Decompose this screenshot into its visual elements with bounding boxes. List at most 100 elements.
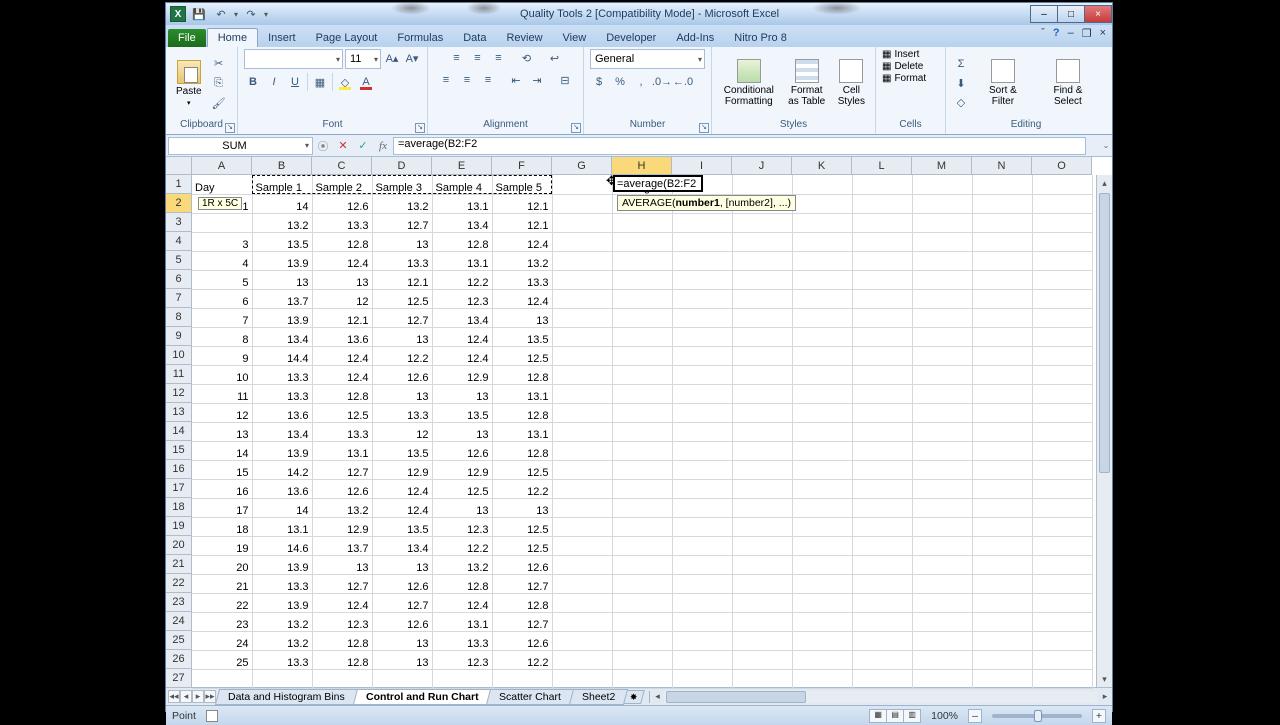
cell[interactable] — [912, 555, 972, 574]
scroll-down-icon[interactable]: ▾ — [1097, 671, 1112, 687]
cell[interactable] — [552, 327, 612, 346]
cell[interactable] — [1032, 460, 1092, 479]
cell[interactable]: 12.1 — [492, 213, 552, 232]
cell[interactable] — [1032, 213, 1092, 232]
cell[interactable]: 12.6 — [432, 441, 492, 460]
cell[interactable] — [912, 289, 972, 308]
shrink-font-icon[interactable]: A▾ — [403, 49, 421, 67]
cell[interactable] — [732, 517, 792, 536]
row-header[interactable]: 17 — [166, 479, 192, 498]
font-name-dropdown[interactable] — [244, 49, 343, 69]
sheet-tab[interactable]: Data and Histogram Bins — [215, 689, 358, 705]
cell[interactable] — [912, 270, 972, 289]
col-header[interactable]: F — [492, 157, 552, 175]
cell[interactable]: 12 — [372, 422, 432, 441]
cell[interactable] — [852, 612, 912, 631]
row-header[interactable]: 20 — [166, 536, 192, 555]
cell[interactable] — [852, 327, 912, 346]
cell[interactable]: 18 — [192, 517, 252, 536]
cell[interactable] — [672, 631, 732, 650]
cell-styles-button[interactable]: Cell Styles — [834, 57, 869, 109]
row-header[interactable]: 8 — [166, 308, 192, 327]
cell[interactable]: 13 — [432, 422, 492, 441]
cell[interactable]: 12.2 — [492, 479, 552, 498]
cell[interactable]: 12.4 — [312, 593, 372, 612]
cell[interactable] — [852, 498, 912, 517]
minimize-ribbon-icon[interactable]: ˇ — [1041, 27, 1045, 40]
cell[interactable]: 13.1 — [252, 517, 312, 536]
normal-view-icon[interactable]: ▦ — [869, 709, 887, 723]
cell[interactable] — [852, 384, 912, 403]
bold-button[interactable]: B — [244, 73, 262, 91]
cell[interactable]: 13.2 — [492, 251, 552, 270]
sheet-tab[interactable]: Control and Run Chart — [353, 689, 492, 705]
cell[interactable]: Sample 2 — [312, 175, 372, 194]
cell[interactable] — [852, 422, 912, 441]
orientation-icon[interactable]: ⟲ — [518, 49, 536, 67]
cell[interactable]: 13.2 — [252, 631, 312, 650]
cell[interactable] — [852, 555, 912, 574]
row-header[interactable]: 27 — [166, 669, 192, 688]
cell[interactable] — [372, 669, 432, 688]
cell[interactable] — [792, 574, 852, 593]
cell[interactable]: Sample 5 — [492, 175, 552, 194]
cell[interactable] — [792, 536, 852, 555]
cell[interactable]: 13.4 — [432, 308, 492, 327]
cell[interactable] — [792, 232, 852, 251]
cell[interactable] — [612, 441, 672, 460]
cell[interactable] — [792, 308, 852, 327]
cell[interactable]: 13.6 — [252, 403, 312, 422]
horizontal-scrollbar[interactable]: ◂ ▸ — [649, 691, 1112, 703]
cell[interactable] — [912, 251, 972, 270]
cell[interactable]: 13.7 — [312, 536, 372, 555]
align-left-icon[interactable]: ≡ — [437, 71, 455, 89]
cell[interactable] — [1032, 346, 1092, 365]
cell[interactable] — [792, 631, 852, 650]
cell[interactable] — [972, 270, 1032, 289]
font-dialog-icon[interactable]: ↘ — [415, 123, 425, 133]
cell[interactable]: 13.3 — [372, 403, 432, 422]
cell[interactable] — [1032, 479, 1092, 498]
cell[interactable]: 13.6 — [252, 479, 312, 498]
cell[interactable]: 13.5 — [252, 232, 312, 251]
cell[interactable] — [912, 232, 972, 251]
cell[interactable]: 12.8 — [492, 593, 552, 612]
cell[interactable] — [912, 517, 972, 536]
col-header[interactable]: B — [252, 157, 312, 175]
cell[interactable]: 24 — [192, 631, 252, 650]
cell[interactable] — [672, 574, 732, 593]
cell[interactable] — [672, 517, 732, 536]
cell[interactable] — [912, 441, 972, 460]
cut-icon[interactable]: ✂ — [210, 54, 228, 72]
cancel-icon[interactable]: ✕ — [334, 137, 352, 155]
cell[interactable] — [1032, 555, 1092, 574]
cell[interactable]: 13.9 — [252, 251, 312, 270]
fx-icon[interactable]: fx — [374, 137, 392, 155]
cell[interactable] — [552, 270, 612, 289]
cell[interactable]: 13.1 — [492, 422, 552, 441]
grow-font-icon[interactable]: A▴ — [383, 49, 401, 67]
cell[interactable]: 13 — [372, 327, 432, 346]
tab-home[interactable]: Home — [207, 28, 258, 47]
hscroll-left-icon[interactable]: ◂ — [650, 691, 664, 702]
cell[interactable] — [672, 479, 732, 498]
cell[interactable]: 12 — [192, 403, 252, 422]
col-header[interactable]: K — [792, 157, 852, 175]
row-header[interactable]: 12 — [166, 384, 192, 403]
sheet-nav-last-icon[interactable]: ▸▸ — [204, 690, 216, 703]
row-header[interactable]: 5 — [166, 251, 192, 270]
row-header[interactable]: 16 — [166, 460, 192, 479]
cell[interactable]: 12.8 — [492, 403, 552, 422]
merge-center-icon[interactable]: ⊟ — [556, 71, 574, 89]
cell[interactable] — [792, 327, 852, 346]
cell[interactable]: 13.1 — [312, 441, 372, 460]
cell[interactable] — [732, 593, 792, 612]
cell[interactable]: 12.1 — [312, 308, 372, 327]
close-button[interactable]: × — [1084, 5, 1112, 23]
cell[interactable] — [1032, 289, 1092, 308]
editing-cell[interactable]: =average(B2:F2 — [613, 175, 703, 192]
cell[interactable] — [972, 251, 1032, 270]
cell[interactable]: 21 — [192, 574, 252, 593]
cell[interactable] — [612, 384, 672, 403]
zoom-out-button[interactable]: – — [968, 709, 982, 723]
